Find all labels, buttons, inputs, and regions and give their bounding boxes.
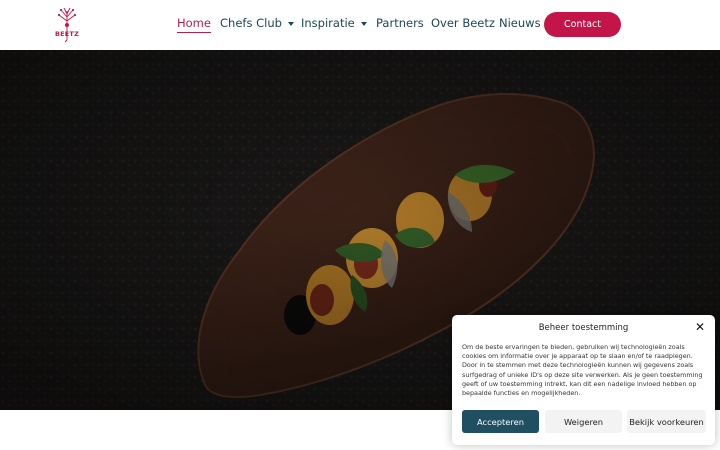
nav-chefs-club[interactable]: Chefs Club — [220, 16, 294, 30]
refuse-button[interactable]: Weigeren — [545, 410, 622, 433]
main-nav: Home Chefs Club Inspiratie Partners Over… — [0, 0, 720, 50]
nav-home[interactable]: Home — [177, 16, 211, 33]
nav-over-beetz-label: Over Beetz — [431, 16, 495, 30]
chevron-down-icon — [287, 21, 294, 26]
contact-button[interactable]: Contact — [544, 12, 621, 37]
cookie-title: Beheer toestemming — [538, 323, 629, 333]
nav-nieuws[interactable]: Nieuws — [499, 16, 541, 30]
cookie-description: Om de beste ervaringen te bieden, gebrui… — [462, 343, 703, 398]
cookie-consent-dialog: Beheer toestemming ✕ Om de beste ervarin… — [452, 315, 715, 445]
accept-button[interactable]: Accepteren — [462, 410, 539, 433]
close-icon[interactable]: ✕ — [694, 321, 706, 333]
nav-home-label: Home — [177, 16, 211, 30]
nav-inspiratie-label: Inspiratie — [301, 16, 355, 30]
chevron-down-icon — [360, 21, 367, 26]
nav-chefs-club-label: Chefs Club — [220, 16, 282, 30]
view-preferences-button[interactable]: Bekijk voorkeuren — [627, 410, 706, 433]
active-underline — [177, 31, 211, 33]
nav-over-beetz[interactable]: Over Beetz — [431, 16, 495, 30]
nav-partners-label: Partners — [376, 16, 424, 30]
site-header: BEETZ Home Chefs Club Inspiratie Partner… — [0, 0, 720, 50]
nav-inspiratie[interactable]: Inspiratie — [301, 16, 367, 30]
nav-nieuws-label: Nieuws — [499, 16, 541, 30]
nav-partners[interactable]: Partners — [376, 16, 424, 30]
